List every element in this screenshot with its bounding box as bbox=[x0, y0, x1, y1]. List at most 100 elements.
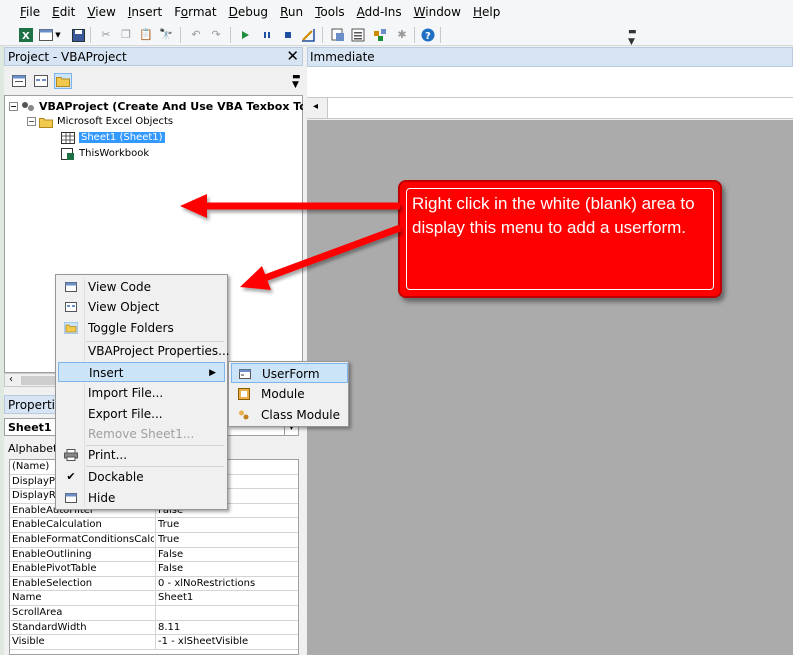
menu-run-key: R bbox=[280, 5, 288, 19]
property-value[interactable]: -1 - xlSheetVisible bbox=[158, 636, 248, 647]
callout-text: Right click in the white (blank) area to… bbox=[412, 194, 695, 237]
menu-tools[interactable]: Tools bbox=[309, 0, 351, 24]
menu-window-label: indow bbox=[425, 5, 461, 19]
submenu-item-userform[interactable]: UserForm bbox=[231, 363, 348, 383]
close-icon[interactable]: ✕ bbox=[286, 48, 299, 65]
menu-item-print[interactable]: Print... bbox=[58, 445, 225, 465]
find-icon[interactable]: 🔭 bbox=[158, 27, 174, 43]
property-name: EnableSelection bbox=[12, 577, 93, 589]
menu-debug[interactable]: Debug bbox=[223, 0, 274, 24]
menu-file[interactable]: File bbox=[14, 0, 46, 24]
menu-add-ins[interactable]: Add-Ins bbox=[351, 0, 408, 24]
scroll-left-icon[interactable]: ◂ bbox=[313, 101, 318, 112]
property-value[interactable]: Sheet1 bbox=[158, 592, 193, 603]
property-value[interactable]: 0 - xlNoRestrictions bbox=[158, 578, 255, 589]
run-icon[interactable] bbox=[237, 27, 253, 43]
object-name: Sheet1 bbox=[8, 421, 52, 434]
redo-icon[interactable]: ↷ bbox=[208, 27, 224, 43]
property-row[interactable]: Name Sheet1 bbox=[10, 591, 298, 607]
property-row[interactable]: EnableCalculation True bbox=[10, 518, 298, 534]
menu-help[interactable]: Help bbox=[467, 0, 506, 24]
menu-insert[interactable]: Insert bbox=[122, 0, 168, 24]
property-row[interactable]: EnablePivotTable False bbox=[10, 562, 298, 578]
class-module-icon bbox=[237, 408, 251, 422]
menu-item-label: Class Module bbox=[261, 408, 341, 422]
property-row[interactable]: EnableFormatConditionsCalculation True bbox=[10, 533, 298, 548]
tree-node-sheet1[interactable]: Sheet1 (Sheet1) bbox=[61, 130, 165, 145]
view-object-icon[interactable] bbox=[32, 73, 50, 89]
object-browser-icon[interactable] bbox=[372, 27, 388, 43]
design-mode-icon[interactable] bbox=[300, 27, 316, 43]
property-row[interactable]: EnableSelection 0 - xlNoRestrictions bbox=[10, 576, 298, 592]
reset-icon[interactable] bbox=[280, 27, 296, 43]
save-icon[interactable] bbox=[70, 27, 86, 43]
menu-tools-label: ools bbox=[320, 5, 345, 19]
toolbox-icon[interactable]: ✱ bbox=[394, 27, 410, 43]
cut-icon[interactable]: ✂ bbox=[98, 27, 114, 43]
submenu-item-module[interactable]: Module bbox=[231, 384, 348, 404]
view-object-icon bbox=[64, 300, 78, 314]
excel-view-icon[interactable]: X bbox=[18, 27, 34, 43]
property-row[interactable]: EnableOutlining False bbox=[10, 547, 298, 563]
project-explorer-icon[interactable] bbox=[330, 27, 346, 43]
toggle-folders-icon[interactable] bbox=[54, 73, 72, 89]
paste-icon[interactable]: 📋 bbox=[138, 27, 154, 43]
menu-item-label: View Code bbox=[88, 280, 152, 294]
menu-item-import-file[interactable]: Import File... bbox=[58, 383, 225, 403]
toolbar-overflow-icon[interactable]: ▬ ▼ bbox=[292, 73, 301, 90]
menu-item-label: Print... bbox=[88, 448, 128, 462]
break-icon[interactable] bbox=[259, 27, 275, 43]
menu-item-label: Module bbox=[261, 387, 305, 401]
menu-add-ins-key: A bbox=[356, 5, 365, 19]
menu-item-label: Toggle Folders bbox=[88, 321, 174, 335]
menu-item-label: View Object bbox=[88, 300, 160, 314]
menu-item-project-properties[interactable]: VBAProject Properties... bbox=[58, 341, 230, 361]
scroll-left-icon[interactable]: ‹ bbox=[9, 374, 13, 386]
menu-edit-key: E bbox=[52, 5, 60, 19]
property-value[interactable]: True bbox=[158, 534, 179, 545]
view-code-icon[interactable] bbox=[10, 73, 28, 89]
standard-toolbar: X ▼ ✂ ❐ 📋 🔭 ↶ ↷ ✱ ? ▬ ▼ bbox=[0, 24, 793, 47]
copy-icon[interactable]: ❐ bbox=[118, 27, 134, 43]
properties-window-icon[interactable] bbox=[350, 27, 366, 43]
menu-run[interactable]: Run bbox=[274, 0, 309, 24]
immediate-horizontal-scrollbar[interactable]: ◂ bbox=[307, 97, 793, 119]
property-value[interactable]: 8.11 bbox=[158, 622, 180, 633]
property-row[interactable]: Visible -1 - xlSheetVisible bbox=[10, 635, 298, 651]
menu-item-label: Export File... bbox=[88, 407, 163, 421]
menu-view[interactable]: View bbox=[81, 0, 121, 24]
menu-format-key: o bbox=[180, 5, 189, 19]
menu-format[interactable]: Format bbox=[168, 0, 222, 24]
immediate-input[interactable] bbox=[307, 67, 793, 97]
scrollbar-track[interactable] bbox=[327, 98, 793, 118]
menu-debug-key: D bbox=[228, 5, 238, 19]
menu-window[interactable]: Window bbox=[408, 0, 467, 24]
menu-edit[interactable]: Edit bbox=[46, 0, 81, 24]
menu-item-export-file[interactable]: Export File... bbox=[58, 404, 225, 424]
insert-userform-icon[interactable] bbox=[38, 27, 54, 43]
insert-dropdown-icon[interactable]: ▼ bbox=[54, 27, 62, 43]
property-row[interactable]: StandardWidth 8.11 bbox=[10, 620, 298, 636]
annotation-callout: Right click in the white (blank) area to… bbox=[398, 180, 722, 298]
menu-item-view-object[interactable]: View Object bbox=[58, 297, 225, 317]
help-icon[interactable]: ? bbox=[420, 27, 436, 43]
tree-node-thisworkbook[interactable]: ThisWorkbook bbox=[61, 146, 149, 161]
collapse-icon[interactable]: − bbox=[27, 117, 36, 126]
property-value[interactable]: False bbox=[158, 563, 183, 574]
collapse-icon[interactable]: − bbox=[9, 102, 18, 111]
insert-submenu: UserForm Module Class Module bbox=[228, 361, 349, 427]
undo-icon[interactable]: ↶ bbox=[188, 27, 204, 43]
toolbar-overflow-icon[interactable]: ▬ ▼ bbox=[628, 27, 637, 47]
submenu-item-class-module[interactable]: Class Module bbox=[231, 405, 348, 425]
property-row[interactable]: ScrollArea bbox=[10, 606, 298, 621]
menu-format-label: rmat bbox=[188, 5, 217, 19]
menu-item-toggle-folders[interactable]: Toggle Folders bbox=[58, 318, 225, 338]
property-value[interactable]: True bbox=[158, 519, 179, 530]
property-value[interactable]: False bbox=[158, 549, 183, 560]
tree-node-excel-objects[interactable]: − Microsoft Excel Objects bbox=[27, 114, 173, 129]
menu-item-view-code[interactable]: View Code bbox=[58, 277, 225, 297]
menu-item-hide[interactable]: Hide bbox=[58, 488, 225, 508]
project-pane-title: Project - VBAProject bbox=[8, 50, 127, 64]
menu-item-insert[interactable]: Insert ▶ bbox=[58, 362, 225, 382]
menu-item-dockable[interactable]: ✔ Dockable bbox=[58, 467, 225, 487]
